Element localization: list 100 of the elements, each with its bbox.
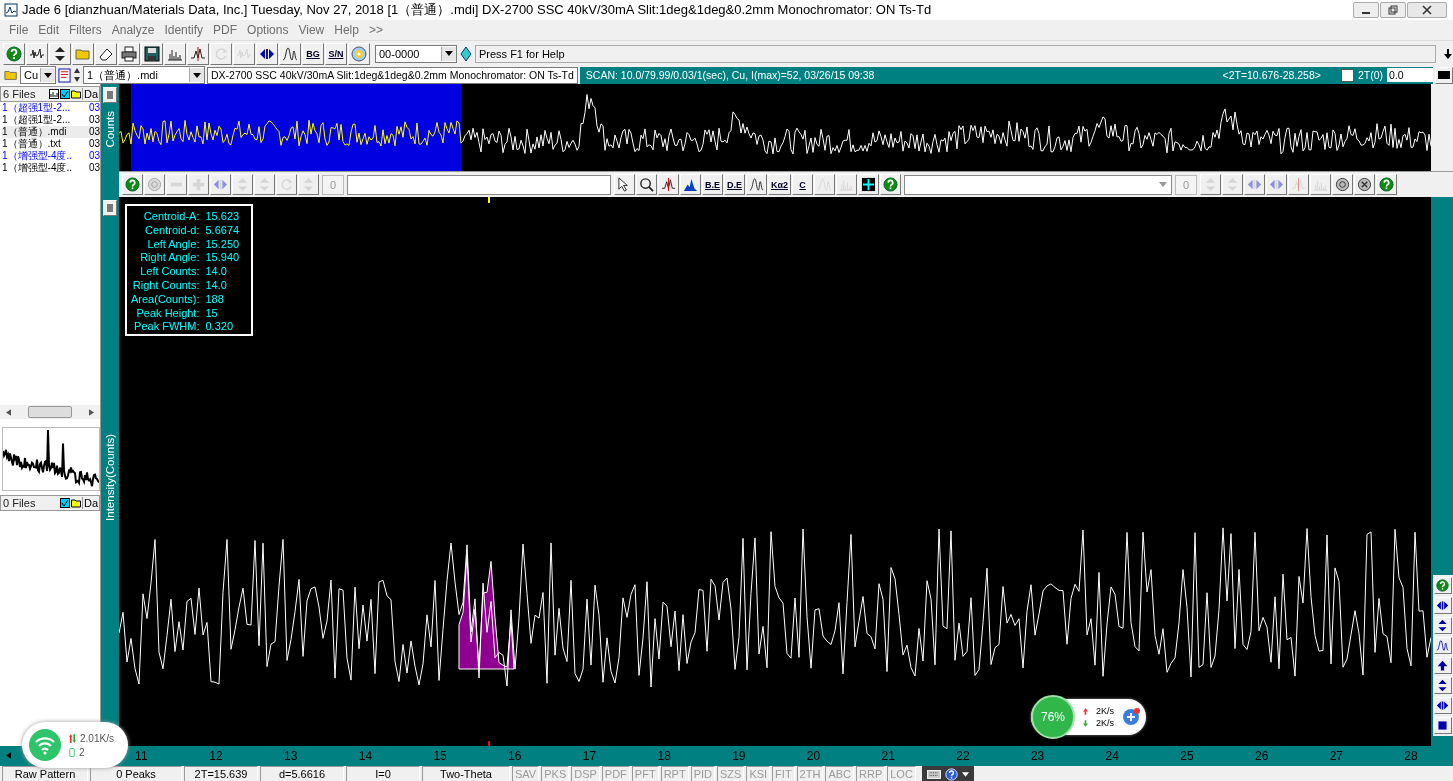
keyboard-icon[interactable] xyxy=(926,769,941,779)
side-toolbar-button[interactable] xyxy=(1433,597,1452,614)
strip-button[interactable] xyxy=(103,200,117,216)
file-row[interactable]: 1（超强1型-2... 03 xyxy=(2,102,100,114)
toolbar-button[interactable] xyxy=(636,174,657,195)
peak-info-value: 14.0 xyxy=(205,265,228,278)
toolbar-button[interactable]: C xyxy=(792,174,814,195)
toolbar-button[interactable] xyxy=(680,174,701,195)
zero-offset-field[interactable]: 0.0 xyxy=(1387,68,1433,82)
toolbar-button[interactable] xyxy=(26,42,48,65)
folder-icon[interactable] xyxy=(70,89,81,99)
menu-item[interactable]: View xyxy=(293,23,330,37)
toolbar-button[interactable] xyxy=(118,42,140,65)
menu-item[interactable]: Analyze xyxy=(106,23,160,37)
menu-item[interactable]: >> xyxy=(363,23,388,37)
restore-button[interactable] xyxy=(1380,2,1406,18)
side-toolbar-button[interactable] xyxy=(1433,717,1452,734)
toolbar-button[interactable]: BG xyxy=(302,42,324,65)
toolbar-button[interactable] xyxy=(746,174,768,195)
filled-peak-icon xyxy=(683,177,698,192)
menu-item[interactable]: PDF xyxy=(208,23,243,37)
color-button[interactable] xyxy=(1435,66,1453,84)
side-toolbar-button[interactable] xyxy=(1433,697,1452,714)
chart-icon[interactable] xyxy=(48,89,59,99)
status-field: d=5.6616 xyxy=(260,766,344,781)
column-header[interactable]: Da xyxy=(81,88,99,100)
side-toolbar-button[interactable] xyxy=(1433,637,1452,654)
peak-info-value: 15.250 xyxy=(205,237,241,250)
menu-item[interactable]: Filters xyxy=(64,23,107,37)
status-field: I=0 xyxy=(346,766,420,781)
radiation-dropdown[interactable]: Cu xyxy=(20,66,56,84)
checkbox[interactable] xyxy=(1340,68,1354,82)
menu-item[interactable]: File xyxy=(4,23,34,37)
file-row[interactable]: 1（增强型-4度.. 03 xyxy=(2,150,100,162)
right-arrow-icon xyxy=(89,408,94,416)
toolbar-button[interactable]: Kα2 xyxy=(768,174,792,195)
check-icon[interactable] xyxy=(59,498,70,508)
toolbar-button[interactable]: D.E xyxy=(724,174,746,195)
gem-icon xyxy=(460,45,472,62)
toolbar-button[interactable] xyxy=(658,174,679,195)
x-axis-tick-label: 27 xyxy=(1328,749,1344,763)
toolbar-button[interactable]: S/N xyxy=(325,42,347,65)
circle-icon xyxy=(147,177,162,192)
side-toolbar-button[interactable] xyxy=(1433,657,1452,674)
file-row[interactable]: 1（普通）.mdi 03 xyxy=(2,126,100,138)
status-indicator: PFT xyxy=(631,766,659,781)
down-arrow-icon[interactable] xyxy=(1443,48,1453,59)
toolbar-button[interactable] xyxy=(141,42,163,65)
help-icon[interactable] xyxy=(944,767,958,781)
toolbar-button[interactable] xyxy=(187,42,209,65)
file-row[interactable]: 1（超强1型-2... 03 xyxy=(2,114,100,126)
toolbar-button[interactable] xyxy=(256,42,278,65)
menu-item[interactable]: Edit xyxy=(33,23,65,37)
spinner-icon[interactable] xyxy=(73,67,81,83)
strip-button[interactable] xyxy=(103,87,117,103)
scroll-thumb[interactable] xyxy=(28,406,72,418)
dropdown[interactable] xyxy=(904,174,1173,195)
status-indicator: FIT xyxy=(772,766,795,781)
toolbar-button[interactable] xyxy=(279,42,301,65)
peak-info-label: Centroid-d: xyxy=(144,223,200,236)
status-indicator: LOC xyxy=(887,766,916,781)
peak-info-label: Left Counts: xyxy=(139,265,200,278)
menu-item[interactable]: Identify xyxy=(159,23,209,37)
toolbar-button[interactable] xyxy=(164,42,186,65)
left-right-arrows-icon xyxy=(1436,699,1449,712)
left-right-arrows-icon xyxy=(1269,177,1285,192)
up-arrow-icon xyxy=(1436,659,1449,672)
close-button[interactable] xyxy=(1407,2,1447,18)
range-label: <2T=10.676-28.258> xyxy=(1222,69,1321,81)
plus-icon[interactable] xyxy=(1122,708,1140,726)
help-icon xyxy=(6,45,22,62)
peaks-icon xyxy=(1436,639,1449,652)
toolbar-button[interactable]: B.E xyxy=(702,174,723,195)
toolbar-button[interactable] xyxy=(95,42,117,65)
side-toolbar-button[interactable] xyxy=(1433,677,1452,694)
file-name: 1（增强型-4度.. xyxy=(2,150,72,162)
side-toolbar-button[interactable] xyxy=(1433,617,1452,634)
caret-icon[interactable] xyxy=(961,771,969,777)
left-arrow-icon[interactable] xyxy=(6,752,11,759)
toolbar-button[interactable] xyxy=(858,174,880,195)
menu-item[interactable]: Options xyxy=(242,23,294,37)
menu-item[interactable]: Help xyxy=(329,23,364,37)
check-icon[interactable] xyxy=(59,89,70,99)
text-field[interactable] xyxy=(347,174,611,195)
toolbar-button[interactable] xyxy=(1332,174,1354,195)
minimize-button[interactable] xyxy=(1353,2,1379,18)
status-indicator: RPT xyxy=(660,766,689,781)
file-dropdown[interactable]: 1（普通）.mdi xyxy=(83,66,205,84)
network-speed: 2.01K/s xyxy=(69,732,114,744)
file-row[interactable]: 1（增强型-4度.. 03 xyxy=(2,162,100,174)
wifi-icon xyxy=(29,729,61,761)
toolbar-button[interactable] xyxy=(49,42,71,65)
column-header[interactable]: Da xyxy=(81,497,99,509)
file-row[interactable]: 1（普通）.txt 03 xyxy=(2,138,100,150)
folder-icon[interactable] xyxy=(70,498,81,508)
horizontal-scrollbar[interactable] xyxy=(0,405,100,419)
toolbar-button[interactable] xyxy=(614,174,635,195)
toolbar-button[interactable] xyxy=(1354,174,1376,195)
document-icon[interactable] xyxy=(58,67,71,83)
pattern-dropdown[interactable]: 00-0000 xyxy=(375,44,457,63)
